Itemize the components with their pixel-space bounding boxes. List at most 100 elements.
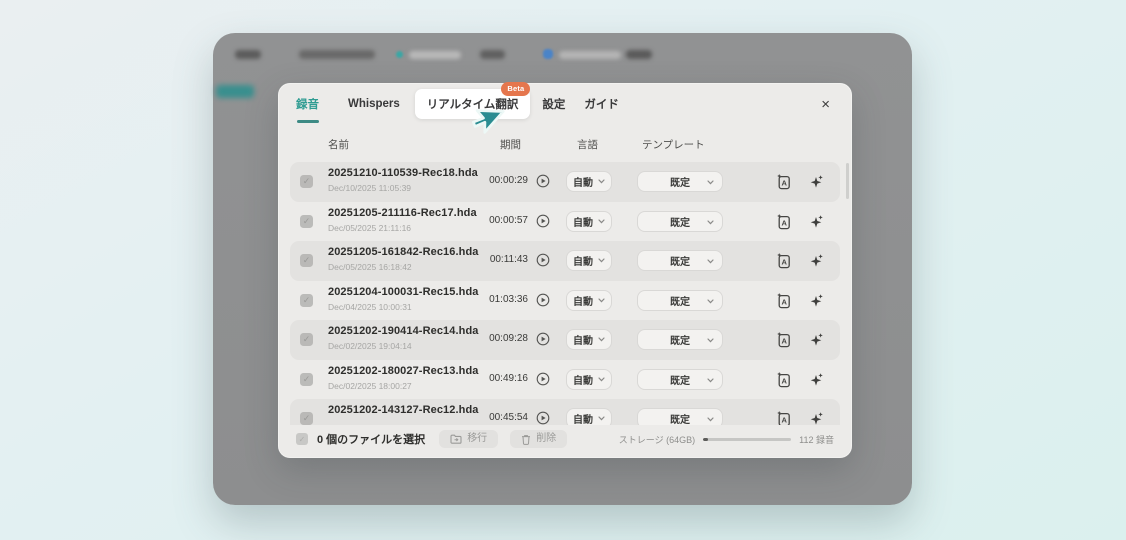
table-row[interactable]: ✓ 20251205-211116-Rec17.hda Dec/05/2025 …: [290, 202, 840, 242]
play-icon[interactable]: [536, 253, 550, 267]
recording-filename: 20251202-190414-Rec14.hda: [328, 325, 479, 337]
language-dropdown[interactable]: 自動: [566, 171, 612, 192]
tab-recordings[interactable]: 録音: [296, 96, 319, 112]
column-header-language: 言語: [577, 137, 598, 152]
recording-filename: 20251202-180027-Rec13.hda: [328, 365, 479, 377]
chevron-down-icon: [598, 377, 605, 382]
template-dropdown[interactable]: 既定: [637, 290, 723, 311]
mouse-cursor-icon: [468, 103, 506, 141]
row-checkbox[interactable]: ✓: [300, 373, 313, 386]
blurred-toolbar-item: [299, 50, 375, 59]
ai-sparkle-icon[interactable]: [809, 173, 825, 190]
play-icon[interactable]: [536, 411, 550, 425]
page-background: 録音 Whispers リアルタイム翻訳 Beta 設定 ガイド × 名前 期間…: [0, 0, 1126, 540]
template-dropdown[interactable]: 既定: [637, 171, 723, 192]
tab-settings[interactable]: 設定: [542, 96, 565, 112]
transcript-document-icon[interactable]: A: [776, 173, 792, 190]
table-row[interactable]: ✓ 20251202-143127-Rec12.hda 00:45:54 自動 …: [290, 399, 840, 425]
row-checkbox[interactable]: ✓: [300, 333, 313, 346]
language-dropdown[interactable]: 自動: [566, 250, 612, 271]
svg-text:A: A: [781, 218, 787, 227]
chevron-down-icon: [707, 417, 714, 422]
template-value: 既定: [670, 372, 690, 387]
ai-sparkle-icon[interactable]: [809, 410, 825, 425]
play-icon[interactable]: [536, 293, 550, 307]
transcript-document-icon[interactable]: A: [776, 213, 792, 230]
beta-badge: Beta: [501, 82, 530, 96]
transcript-document-icon[interactable]: A: [776, 252, 792, 269]
storage-progress-bar: [703, 438, 791, 441]
recording-date: Dec/05/2025 16:18:42: [328, 262, 412, 272]
migrate-label: 移行: [467, 434, 487, 444]
row-checkbox[interactable]: ✓: [300, 254, 313, 267]
transcript-document-icon[interactable]: A: [776, 371, 792, 388]
language-value: 自動: [573, 293, 593, 308]
language-dropdown[interactable]: 自動: [566, 329, 612, 350]
template-dropdown[interactable]: 既定: [637, 369, 723, 390]
trash-icon: [521, 434, 531, 445]
recording-filename: 20251204-100031-Rec15.hda: [328, 286, 479, 298]
blurred-toolbar-item: [626, 50, 652, 59]
play-icon[interactable]: [536, 174, 550, 188]
ai-sparkle-icon[interactable]: [809, 371, 825, 388]
transcript-document-icon[interactable]: A: [776, 331, 792, 348]
template-dropdown[interactable]: 既定: [637, 250, 723, 271]
select-all-checkbox[interactable]: ✓: [296, 433, 308, 445]
table-row[interactable]: ✓ 20251202-190414-Rec14.hda Dec/02/2025 …: [290, 320, 840, 360]
recording-duration: 00:11:43: [462, 254, 528, 265]
template-value: 既定: [670, 411, 690, 425]
tab-guide[interactable]: ガイド: [584, 96, 619, 112]
row-checkbox[interactable]: ✓: [300, 175, 313, 188]
table-header: 名前 期間 言語 テンプレート: [290, 133, 840, 153]
language-dropdown[interactable]: 自動: [566, 369, 612, 390]
ai-sparkle-icon[interactable]: [809, 252, 825, 269]
recordings-dialog: 録音 Whispers リアルタイム翻訳 Beta 設定 ガイド × 名前 期間…: [278, 83, 852, 458]
recording-filename: 20251210-110539-Rec18.hda: [328, 167, 478, 179]
dialog-tab-bar: 録音 Whispers リアルタイム翻訳 Beta 設定 ガイド ×: [278, 83, 852, 125]
play-icon[interactable]: [536, 372, 550, 386]
template-value: 既定: [670, 214, 690, 229]
template-dropdown[interactable]: 既定: [637, 329, 723, 350]
chevron-down-icon: [598, 179, 605, 184]
chevron-down-icon: [707, 220, 714, 225]
language-dropdown[interactable]: 自動: [566, 290, 612, 311]
chevron-down-icon: [707, 259, 714, 264]
template-value: 既定: [670, 332, 690, 347]
template-dropdown[interactable]: 既定: [637, 408, 723, 425]
play-icon[interactable]: [536, 214, 550, 228]
chevron-down-icon: [598, 298, 605, 303]
tab-whispers[interactable]: Whispers: [348, 98, 400, 110]
recording-filename: 20251205-161842-Rec16.hda: [328, 246, 479, 258]
row-checkbox[interactable]: ✓: [300, 215, 313, 228]
migrate-button[interactable]: 移行: [439, 430, 498, 448]
storage-progress-fill: [703, 438, 708, 441]
table-row[interactable]: ✓ 20251202-180027-Rec13.hda Dec/02/2025 …: [290, 360, 840, 400]
blurred-toolbar-item: [235, 50, 261, 59]
recording-duration: 00:00:29: [462, 175, 528, 186]
recording-duration: 00:49:16: [462, 373, 528, 384]
language-value: 自動: [573, 411, 593, 425]
close-icon[interactable]: ×: [817, 95, 834, 114]
recording-filename: 20251202-143127-Rec12.hda: [328, 404, 479, 416]
play-icon[interactable]: [536, 332, 550, 346]
column-header-template: テンプレート: [642, 137, 705, 152]
ai-sparkle-icon[interactable]: [809, 292, 825, 309]
scrollbar-thumb[interactable]: [846, 163, 849, 199]
blurred-blue-icon: [543, 49, 553, 59]
transcript-document-icon[interactable]: A: [776, 292, 792, 309]
ai-sparkle-icon[interactable]: [809, 331, 825, 348]
language-dropdown[interactable]: 自動: [566, 211, 612, 232]
table-row[interactable]: ✓ 20251210-110539-Rec18.hda Dec/10/2025 …: [290, 162, 840, 202]
row-checkbox[interactable]: ✓: [300, 294, 313, 307]
column-header-name: 名前: [328, 137, 349, 152]
blurred-toolbar-item: [480, 50, 505, 59]
table-row[interactable]: ✓ 20251205-161842-Rec16.hda Dec/05/2025 …: [290, 241, 840, 281]
transcript-document-icon[interactable]: A: [776, 410, 792, 425]
delete-button[interactable]: 削除: [510, 430, 567, 448]
recording-duration: 00:09:28: [462, 333, 528, 344]
template-dropdown[interactable]: 既定: [637, 211, 723, 232]
table-row[interactable]: ✓ 20251204-100031-Rec15.hda Dec/04/2025 …: [290, 281, 840, 321]
language-value: 自動: [573, 214, 593, 229]
ai-sparkle-icon[interactable]: [809, 213, 825, 230]
language-dropdown[interactable]: 自動: [566, 408, 612, 425]
